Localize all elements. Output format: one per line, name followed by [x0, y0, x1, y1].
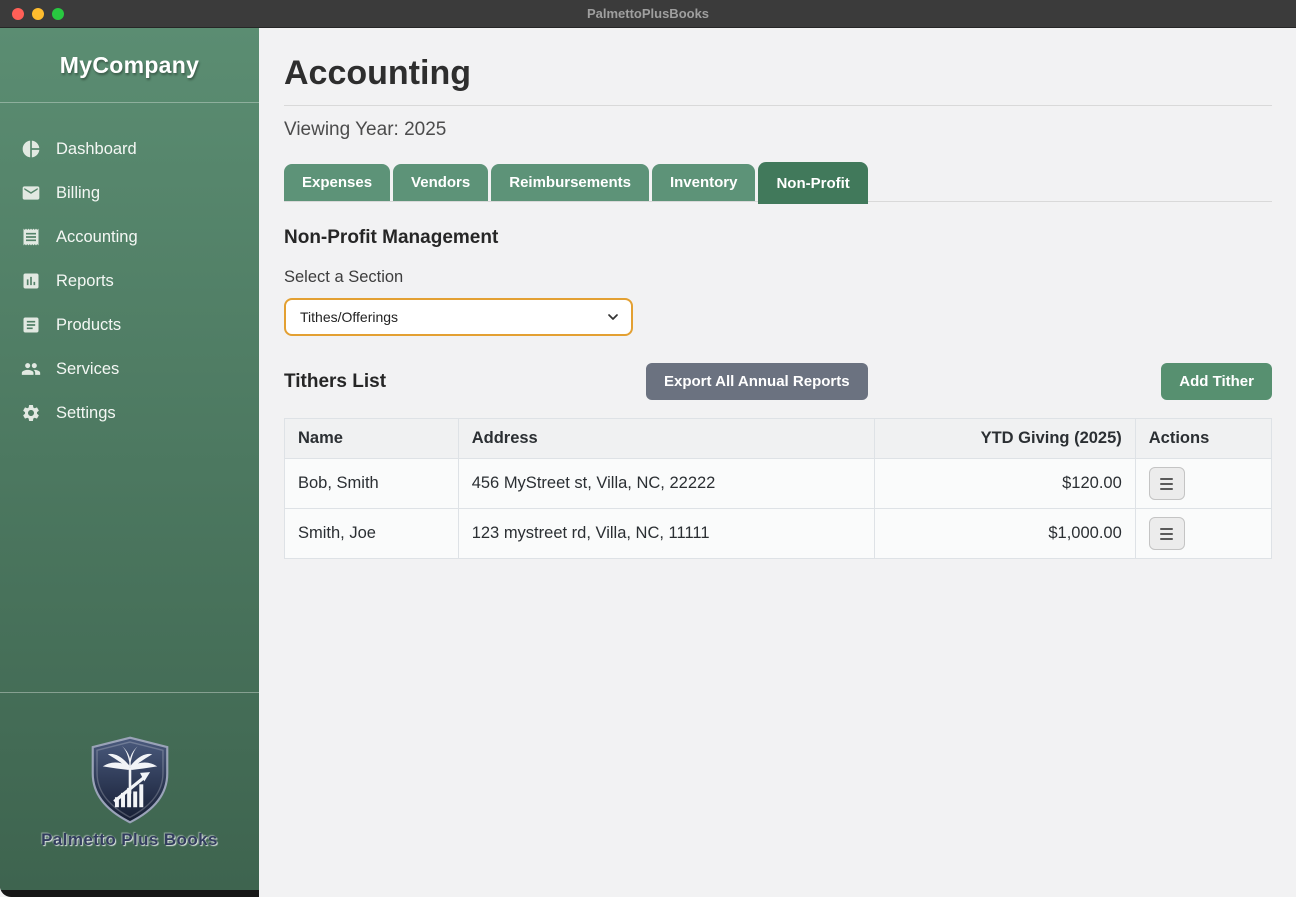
cell-address: 123 mystreet rd, Villa, NC, 11111	[458, 509, 875, 559]
cell-actions	[1135, 459, 1271, 509]
window-title: PalmettoPlusBooks	[587, 6, 709, 21]
menu-icon	[1160, 478, 1173, 480]
cell-actions	[1135, 509, 1271, 559]
sidebar-item-label: Services	[56, 360, 119, 379]
sidebar-item[interactable]: Reports	[0, 259, 259, 303]
column-header-ytd: YTD Giving (2025)	[875, 419, 1136, 459]
sidebar-item-label: Billing	[56, 184, 100, 203]
main-content: Accounting Viewing Year: 2025 Expenses V…	[259, 28, 1296, 897]
title-divider	[284, 105, 1272, 106]
sidebar-item[interactable]: Products	[0, 303, 259, 347]
section-heading: Non-Profit Management	[284, 227, 1272, 249]
sidebar-item[interactable]: Dashboard	[0, 127, 259, 171]
column-header-address: Address	[458, 419, 875, 459]
mail-icon	[21, 183, 41, 203]
gear-icon	[21, 403, 41, 423]
people-icon	[21, 359, 41, 379]
tab[interactable]: Reimbursements	[491, 164, 649, 201]
sidebar-item-label: Settings	[56, 404, 116, 423]
article-icon	[21, 315, 41, 335]
row-actions-menu-button[interactable]	[1149, 467, 1185, 500]
viewing-year-label: Viewing Year: 2025	[284, 119, 1272, 141]
sidebar-footer: Palmetto Plus Books	[0, 692, 259, 890]
sidebar-item-label: Reports	[56, 272, 114, 291]
sidebar-item[interactable]: Accounting	[0, 215, 259, 259]
tithers-table: Name Address YTD Giving (2025) Actions B…	[284, 418, 1272, 559]
sidebar-item[interactable]: Billing	[0, 171, 259, 215]
add-tither-button[interactable]: Add Tither	[1161, 363, 1272, 400]
section-select[interactable]: Tithes/Offerings	[284, 298, 633, 336]
chart-icon	[21, 271, 41, 291]
sidebar-column: MyCompany Dashboard Billing	[0, 28, 259, 897]
window-titlebar: PalmettoPlusBooks	[0, 0, 1296, 28]
sidebar-item-label: Accounting	[56, 228, 138, 247]
minimize-window-button[interactable]	[32, 8, 44, 20]
tithers-list-title: Tithers List	[284, 371, 386, 393]
table-row: Bob, Smith 456 MyStreet st, Villa, NC, 2…	[285, 459, 1272, 509]
sidebar: MyCompany Dashboard Billing	[0, 28, 259, 890]
table-row: Smith, Joe 123 mystreet rd, Villa, NC, 1…	[285, 509, 1272, 559]
sidebar-item[interactable]: Services	[0, 347, 259, 391]
cell-address: 456 MyStreet st, Villa, NC, 22222	[458, 459, 875, 509]
cell-ytd-giving: $1,000.00	[875, 509, 1136, 559]
tab-bar: Expenses Vendors Reimbursements Inventor…	[284, 162, 1272, 202]
row-actions-menu-button[interactable]	[1149, 517, 1185, 550]
tab[interactable]: Non-Profit	[758, 162, 867, 204]
cell-name: Bob, Smith	[285, 459, 459, 509]
sidebar-nav: Dashboard Billing Accounting Rep	[0, 103, 259, 692]
receipt-icon	[21, 227, 41, 247]
menu-icon	[1160, 528, 1173, 530]
traffic-lights	[12, 0, 64, 28]
page-title: Accounting	[284, 54, 1272, 93]
section-select-value: Tithes/Offerings	[300, 309, 398, 325]
pie-chart-icon	[21, 139, 41, 159]
sidebar-item-label: Products	[56, 316, 121, 335]
company-brand: MyCompany	[0, 28, 259, 103]
column-header-actions: Actions	[1135, 419, 1271, 459]
sidebar-item[interactable]: Settings	[0, 391, 259, 435]
section-select-label: Select a Section	[284, 268, 1272, 287]
zoom-window-button[interactable]	[52, 8, 64, 20]
close-window-button[interactable]	[12, 8, 24, 20]
table-header-row: Name Address YTD Giving (2025) Actions	[285, 419, 1272, 459]
export-all-annual-reports-button[interactable]: Export All Annual Reports	[646, 363, 868, 400]
tithers-toolbar: Tithers List Export All Annual Reports A…	[284, 363, 1272, 400]
palmetto-shield-logo	[87, 734, 173, 826]
footer-brand-text: Palmetto Plus Books	[41, 830, 218, 850]
cell-name: Smith, Joe	[285, 509, 459, 559]
column-header-name: Name	[285, 419, 459, 459]
tab[interactable]: Inventory	[652, 164, 756, 201]
cell-ytd-giving: $120.00	[875, 459, 1136, 509]
sidebar-item-label: Dashboard	[56, 140, 137, 159]
chevron-down-icon	[605, 309, 621, 325]
tab[interactable]: Vendors	[393, 164, 488, 201]
tab[interactable]: Expenses	[284, 164, 390, 201]
